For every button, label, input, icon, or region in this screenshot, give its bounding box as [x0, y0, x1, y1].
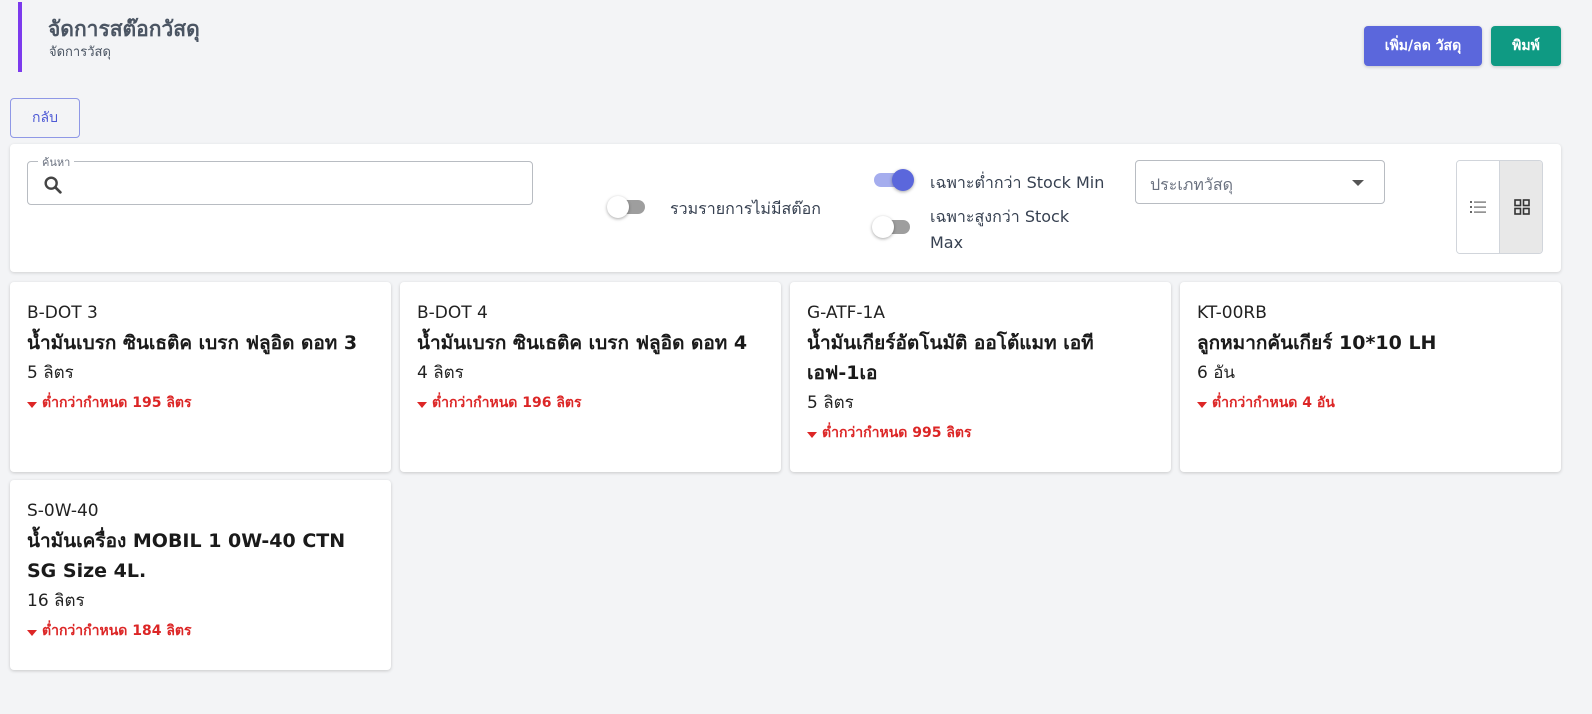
grid-icon [1513, 199, 1530, 215]
alert-text: ต่ำกว่ากำหนด 995 ลิตร [822, 425, 972, 441]
list-view-button[interactable] [1457, 161, 1500, 253]
material-card[interactable]: B-DOT 3 น้ำมันเบรก ซินเธติค เบรก ฟลูอิด … [10, 282, 391, 472]
above-max-label: เฉพาะสูงกว่า Stock Max [930, 207, 1070, 252]
include-no-stock-toggle[interactable] [607, 196, 647, 218]
material-name: น้ำมันเครื่อง MOBIL 1 0W-40 CTN SG Size … [27, 530, 346, 582]
filter-panel: ค้นหา รวมรายการไม่มีสต๊อก เฉพาะต่ำกว่า S… [10, 144, 1561, 272]
below-min-alert: ต่ำกว่ากำหนด 195 ลิตร [27, 388, 377, 418]
material-card[interactable]: KT-00RB ลูกหมากคันเกียร์ 10*10 LH 6 อัน … [1180, 282, 1561, 472]
adjust-stock-button[interactable]: เพิ่ม/ลด วัสดุ [1364, 26, 1482, 66]
caret-down-icon [1197, 401, 1207, 408]
material-code: KT-00RB [1197, 303, 1267, 323]
toggle-knob [607, 196, 629, 218]
material-qty: 6 อัน [1197, 363, 1236, 383]
search-label: ค้นหา [38, 153, 75, 171]
toggle-knob [872, 216, 894, 238]
caret-down-icon [27, 401, 37, 408]
material-qty: 4 ลิตร [417, 363, 464, 383]
material-code: B-DOT 4 [417, 303, 488, 323]
list-icon [1470, 201, 1486, 213]
caret-down-icon [417, 401, 427, 408]
back-button[interactable]: กลับ [10, 98, 80, 138]
caret-down-icon [27, 629, 37, 636]
page-subtitle: จัดการวัสดุ [49, 45, 111, 60]
below-min-label: เฉพาะต่ำกว่า Stock Min [930, 173, 1105, 192]
search-icon [44, 176, 62, 194]
search-input[interactable] [72, 170, 522, 198]
below-min-alert: ต่ำกว่ากำหนด 995 ลิตร [807, 418, 1157, 448]
material-name: น้ำมันเบรก ซินเธติค เบรก ฟลูอิด ดอท 3 [27, 332, 358, 354]
material-name: ลูกหมากคันเกียร์ 10*10 LH [1197, 332, 1437, 354]
material-qty: 5 ลิตร [807, 393, 854, 413]
page-header: จัดการสต๊อกวัสดุ จัดการวัสดุ [18, 2, 618, 74]
material-card[interactable]: B-DOT 4 น้ำมันเบรก ซินเธติค เบรก ฟลูอิด … [400, 282, 781, 472]
material-code: B-DOT 3 [27, 303, 98, 323]
search-field[interactable]: ค้นหา [27, 153, 533, 205]
header-accent-bar [18, 2, 22, 72]
below-min-alert: ต่ำกว่ากำหนด 196 ลิตร [417, 388, 767, 418]
material-qty: 5 ลิตร [27, 363, 74, 383]
material-type-placeholder: ประเภทวัสดุ [1150, 175, 1234, 194]
caret-down-icon [807, 431, 817, 438]
material-name: น้ำมันเกียร์อัตโนมัติ ออโต้แมท เอทีเอฟ-1… [807, 332, 1094, 384]
material-code: G-ATF-1A [807, 303, 885, 323]
alert-text: ต่ำกว่ากำหนด 196 ลิตร [432, 395, 582, 411]
alert-text: ต่ำกว่ากำหนด 195 ลิตร [42, 395, 192, 411]
material-card[interactable]: S-0W-40 น้ำมันเครื่อง MOBIL 1 0W-40 CTN … [10, 480, 391, 670]
toggle-knob [892, 169, 914, 191]
above-max-toggle[interactable] [872, 216, 912, 238]
below-min-alert: ต่ำกว่ากำหนด 184 ลิตร [27, 616, 377, 646]
view-mode-toggle [1456, 160, 1543, 254]
material-card[interactable]: G-ATF-1A น้ำมันเกียร์อัตโนมัติ ออโต้แมท … [790, 282, 1171, 472]
material-code: S-0W-40 [27, 501, 99, 521]
material-qty: 16 ลิตร [27, 591, 85, 611]
chevron-down-icon [1352, 180, 1364, 186]
below-min-toggle[interactable] [872, 169, 914, 191]
grid-view-button[interactable] [1500, 161, 1542, 253]
below-min-alert: ต่ำกว่ากำหนด 4 อัน [1197, 388, 1547, 418]
alert-text: ต่ำกว่ากำหนด 184 ลิตร [42, 623, 192, 639]
alert-text: ต่ำกว่ากำหนด 4 อัน [1212, 395, 1335, 411]
include-no-stock-label: รวมรายการไม่มีสต๊อก [670, 199, 821, 218]
material-name: น้ำมันเบรก ซินเธติค เบรก ฟลูอิด ดอท 4 [417, 332, 748, 354]
print-button[interactable]: พิมพ์ [1491, 26, 1561, 66]
material-type-select[interactable]: ประเภทวัสดุ [1135, 160, 1385, 204]
